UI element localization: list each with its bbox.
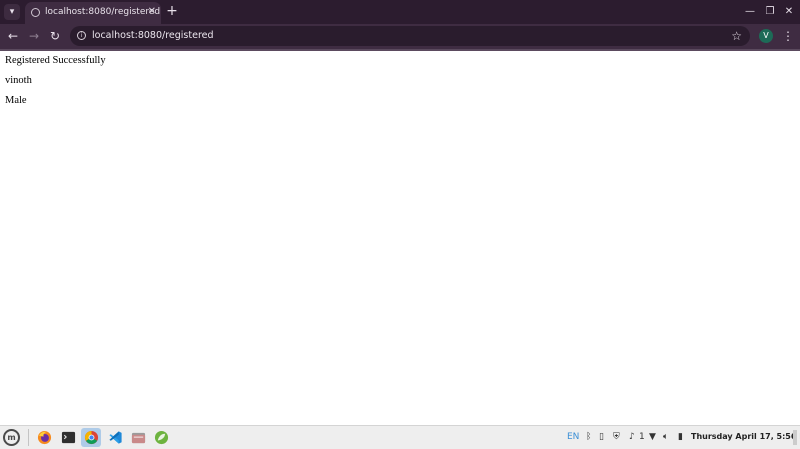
chrome-launcher[interactable] (81, 428, 101, 447)
browser-toolbar: ← → ↻ i localhost:8080/registered ☆ (0, 24, 800, 49)
minimize-icon[interactable]: — (743, 5, 757, 19)
spring-tool-launcher[interactable] (151, 428, 171, 447)
notifications-icon[interactable]: ♪ (629, 431, 635, 443)
taskbar: m EN ᛒ ▯ ⛨ ♪ 1 ▼ 🔈︎ ▮ Thursday April 17,… (0, 425, 800, 449)
spring-tool-icon (154, 430, 169, 445)
address-bar[interactable]: i localhost:8080/registered ☆ (70, 26, 750, 46)
volume-icon[interactable]: 🔈︎ (663, 431, 668, 443)
page-viewport: Registered Successfully vinoth Male (0, 51, 800, 424)
tab-title: localhost:8080/registered (45, 7, 161, 17)
forward-arrow-icon[interactable]: → (27, 29, 41, 43)
kebab-menu-icon[interactable]: ⋮ (782, 29, 794, 43)
profile-avatar[interactable]: V (759, 29, 773, 43)
mint-menu-icon[interactable]: m (3, 429, 20, 446)
success-message: Registered Successfully (5, 55, 106, 66)
site-info-icon[interactable]: i (77, 31, 86, 40)
files-launcher[interactable] (128, 428, 148, 447)
reload-icon[interactable]: ↻ (48, 29, 62, 43)
terminal-icon (61, 431, 76, 444)
notifications-count: 1 (639, 432, 645, 442)
tab-strip: ▾ localhost:8080/registered ✕ + — ❐ ✕ (0, 0, 800, 24)
chrome-icon (84, 430, 99, 445)
firefox-launcher[interactable] (34, 428, 54, 447)
globe-favicon-icon (31, 8, 40, 17)
bookmark-star-icon[interactable]: ☆ (731, 28, 742, 44)
terminal-launcher[interactable] (58, 428, 78, 447)
show-desktop-button[interactable] (793, 430, 797, 445)
registered-gender: Male (5, 95, 27, 106)
network-icon[interactable]: ▼ (649, 431, 656, 443)
url-text[interactable]: localhost:8080/registered (92, 30, 214, 41)
window-close-icon[interactable]: ✕ (782, 5, 796, 19)
bluetooth-icon[interactable]: ᛒ (586, 431, 591, 443)
registered-name: vinoth (5, 75, 32, 86)
new-tab-plus-icon[interactable]: + (165, 4, 179, 18)
clipboard-icon[interactable]: ▯ (599, 431, 604, 443)
tab-search-chevron-icon[interactable]: ▾ (4, 4, 20, 20)
back-arrow-icon[interactable]: ← (6, 29, 20, 43)
taskbar-divider (28, 429, 29, 446)
files-icon (131, 432, 146, 444)
clock[interactable]: Thursday April 17, 5:56 PM (691, 432, 800, 441)
firefox-icon (37, 430, 52, 445)
vscode-icon (109, 431, 122, 444)
update-shield-icon[interactable]: ⛨ (613, 431, 620, 443)
battery-icon[interactable]: ▮ (678, 431, 683, 443)
tab-close-icon[interactable]: ✕ (148, 6, 156, 18)
restore-icon[interactable]: ❐ (763, 5, 777, 19)
vscode-launcher[interactable] (105, 428, 125, 447)
keyboard-layout-indicator[interactable]: EN (567, 431, 579, 443)
tab-registered[interactable]: localhost:8080/registered ✕ (25, 2, 161, 24)
